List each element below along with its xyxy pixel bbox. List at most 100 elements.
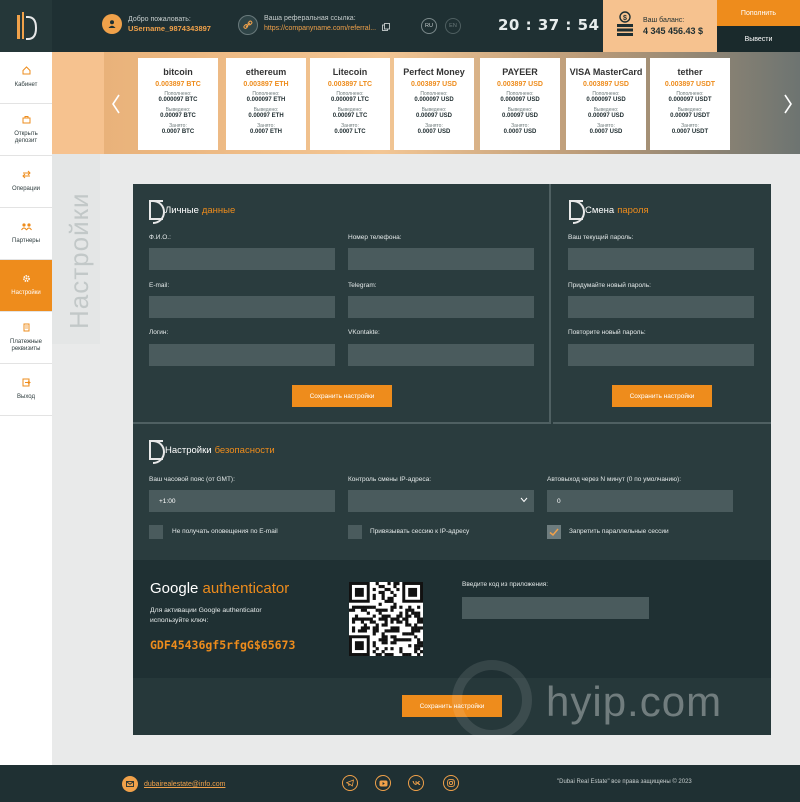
rate-card: Litecoin 0.003897 LTC Пополнено: 0.000097 L… <box>310 58 390 150</box>
rate-card: ethereum 0.003897 ETH Пополнено: 0.000097 E… <box>226 58 306 150</box>
repeat-password-input[interactable] <box>568 344 754 366</box>
timezone-input[interactable]: +1:00 <box>149 490 335 512</box>
brand-logo: ethereum <box>245 67 287 77</box>
save-bottom-button[interactable]: Сохранить настройки <box>402 695 502 717</box>
topup-button[interactable]: Пополнить <box>717 0 800 26</box>
vk-label: VKontakte: <box>348 329 380 336</box>
youtube-icon[interactable] <box>375 775 391 791</box>
logo[interactable] <box>0 0 52 52</box>
rate-card: Perfect Money 0.003897 USD Пополнено: 0.000… <box>394 58 474 150</box>
rate-card: tether 0.003897 USDT Пополнено: 0.000097 US… <box>650 58 730 150</box>
borrowed-value: 0.0007 USD <box>417 129 451 135</box>
password-title: Смена пароля <box>569 200 649 224</box>
google-key: GDF45436gf5rfgG$65673 <box>150 638 296 652</box>
rate-value: 0.003897 USDT <box>664 81 716 88</box>
sidebar-item-open-deposit[interactable]: Открыть депозит <box>0 104 52 156</box>
sidebar-item-settings[interactable]: Настройки <box>0 260 52 312</box>
operations-icon <box>21 170 31 182</box>
chk-parallel-checkbox[interactable] <box>547 525 561 539</box>
vk-icon[interactable] <box>408 775 424 791</box>
phone-label: Номер телефона: <box>348 234 402 241</box>
clock: 20 : 37 : 54 <box>498 16 600 34</box>
new-password-input[interactable] <box>568 296 754 318</box>
replenished-value: 0.000097 BTC <box>158 97 198 103</box>
sidebar-item-operations[interactable]: Операции <box>0 156 52 208</box>
page-title-vertical: Настройки <box>52 154 100 344</box>
user-info[interactable]: Добро пожаловать: USername_9874343897 <box>102 14 211 34</box>
rate-card: VISA MasterCard 0.003897 USD Пополнено: 0.0… <box>566 58 646 150</box>
referral-label: Ваша реферальная ссылка: <box>264 15 356 22</box>
sidebar-item-label: Операции <box>11 186 41 192</box>
sidebar-item-label: Платежные реквизиты <box>10 338 42 352</box>
referral-link[interactable]: https://companyname.com/referral... <box>264 24 376 34</box>
phone-input[interactable] <box>348 248 534 270</box>
sidebar-item-payment-details[interactable]: Платежные реквизиты <box>0 312 52 364</box>
vk-input[interactable] <box>348 344 534 366</box>
ip-control-label: Контроль смены IP-адреса: <box>348 476 432 483</box>
sidebar-item-logout[interactable]: Выход <box>0 364 52 416</box>
borrowed-value: 0.0007 USD <box>503 129 537 135</box>
email-input[interactable] <box>149 296 335 318</box>
rates-prev-arrow[interactable] <box>109 92 123 116</box>
borrowed-value: 0.0007 BTC <box>161 129 195 135</box>
partners-icon <box>20 222 32 234</box>
repeat-password-label: Повторите новый пароль: <box>568 329 646 336</box>
chk-no-email-label: Не получать оповещения по E-mail <box>172 528 278 535</box>
withdraw-button[interactable]: Вывести <box>717 26 800 52</box>
current-password-input[interactable] <box>568 248 754 270</box>
rates-strip: bitcoin 0.003897 BTC Пополнено: 0.000097 BT… <box>104 52 800 154</box>
brand-logo: PAYEER <box>502 67 538 77</box>
username: USername_9874343897 <box>128 23 211 33</box>
google-description: Для активации Google authenticator испол… <box>150 607 262 624</box>
page-title: Настройки <box>64 192 94 330</box>
security-title: Настройки безопасности <box>149 440 275 464</box>
email-label: E-mail: <box>149 282 170 289</box>
copy-icon[interactable] <box>382 23 390 35</box>
lang-en-button[interactable]: EN <box>445 18 461 34</box>
rate-value: 0.003897 ETH <box>243 81 289 88</box>
login-input[interactable] <box>149 344 335 366</box>
instagram-icon[interactable] <box>443 775 459 791</box>
deposit-icon <box>22 115 31 127</box>
lang-ru-button[interactable]: RU <box>421 18 437 34</box>
check-icon <box>549 528 559 537</box>
telegram-icon[interactable] <box>342 775 358 791</box>
sidebar-item-cabinet[interactable]: Кабинет <box>0 52 52 104</box>
sidebar-item-label: Партнеры <box>12 238 40 244</box>
chk-parallel-label: Запретить параллельные сессии <box>569 528 669 535</box>
brand-logo: Perfect Money <box>403 67 465 77</box>
footer: dubairealestate@info.com "Dubai Real Est… <box>0 765 800 802</box>
chk-no-email-checkbox[interactable] <box>149 525 163 539</box>
link-icon <box>238 14 258 35</box>
balance-amount: 4 345 456.43 $ <box>643 25 704 36</box>
home-icon <box>22 66 31 78</box>
autologout-input[interactable]: 0 <box>547 490 733 512</box>
chk-bind-ip-checkbox[interactable] <box>348 525 362 539</box>
save-personal-button[interactable]: Сохранить настройки <box>292 385 392 407</box>
borrowed-value: 0.0007 USD <box>589 129 623 135</box>
borrowed-value: 0.0007 LTC <box>334 129 366 135</box>
google-auth-section: Google authenticator Для активации Googl… <box>133 560 771 678</box>
sidebar-item-label: Настройки <box>11 290 41 296</box>
telegram-input[interactable] <box>348 296 534 318</box>
sidebar-item-label: Выход <box>17 394 35 400</box>
bracket-icon <box>149 200 165 224</box>
rates-next-arrow[interactable] <box>781 92 795 116</box>
save-password-button[interactable]: Сохранить настройки <box>612 385 712 407</box>
copyright: "Dubai Real Estate" все права защищены ©… <box>557 779 692 785</box>
personal-section: Личные данные Ф.И.О.: Номер телефона: E-… <box>133 184 551 424</box>
password-section: Смена пароля Ваш текущий пароль: Придума… <box>553 184 771 424</box>
footer-email[interactable]: dubairealestate@info.com <box>122 776 225 792</box>
referral-info: Ваша реферальная ссылка: https://company… <box>238 14 390 35</box>
google-code-input[interactable] <box>462 597 649 619</box>
security-section: Настройки безопасности Ваш часовой пояс … <box>133 426 771 560</box>
svg-text:$: $ <box>623 15 627 22</box>
brand-logo: bitcoin <box>163 67 193 77</box>
ip-control-select[interactable] <box>348 490 534 512</box>
rates-left-block <box>52 52 104 154</box>
sidebar-item-partners[interactable]: Партнеры <box>0 208 52 260</box>
fio-input[interactable] <box>149 248 335 270</box>
withdrawn-value: 0.00097 USD <box>415 113 453 119</box>
login-label: Логин: <box>149 329 169 336</box>
sidebar-item-label: Кабинет <box>14 82 38 88</box>
